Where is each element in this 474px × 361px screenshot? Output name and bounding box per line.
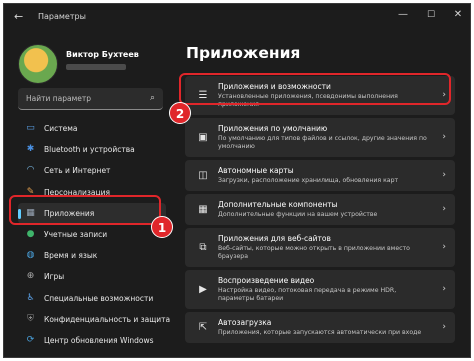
search-placeholder: Найти параметр	[26, 94, 91, 103]
sidebar-item-0[interactable]: ▭ Система	[18, 118, 166, 139]
sidebar: Виктор Бухтеев Найти параметр ⌕ ▭ Система…	[4, 30, 172, 357]
bluetooth-icon: ✱	[26, 144, 35, 155]
map-icon: ◫	[198, 169, 208, 181]
monitor-icon: ▭	[26, 123, 35, 133]
card-title: Приложения для веб-сайтов	[218, 234, 331, 243]
maximize-icon[interactable]: ☐	[424, 10, 438, 20]
title-bar: ← Параметры — ☐ ✕	[4, 4, 470, 30]
card-subtitle: По умолчанию для типов файлов и ссылок, …	[218, 135, 427, 150]
card-subtitle: Настройка видео, потоковая передача в ре…	[218, 287, 397, 302]
sidebar-item-1[interactable]: ✱ Bluetooth и устройства	[18, 139, 166, 160]
gamepad-icon: ⊕	[26, 271, 35, 282]
sidebar-nav: ▭ Система ✱ Bluetooth и устройства ◠ Сеть и И…	[18, 118, 170, 351]
user-email-redacted	[66, 64, 126, 70]
sidebar-item-10[interactable]: ⟳ Центр обновления Windows	[18, 330, 166, 351]
card-subtitle: Приложения, которые запускаются автомати…	[218, 329, 422, 336]
globe-icon: ◍	[26, 250, 35, 261]
settings-card-6[interactable]: ⇱ Автозагрузка Приложения, которые запуска…	[185, 312, 455, 343]
sidebar-item-label: Учетные записи	[44, 229, 108, 239]
settings-card-1[interactable]: ▣ Приложения по умолчанию По умолчанию для…	[185, 118, 455, 157]
highlight-apps-sidebar	[9, 195, 161, 225]
web-apps-icon: ⧉	[199, 241, 207, 253]
update-icon: ⟳	[26, 334, 35, 345]
settings-card-5[interactable]: ▶ Воспроизведение видео Настройка видео, п…	[185, 270, 455, 309]
sidebar-item-label: Время и язык	[44, 251, 98, 261]
card-title: Автозагрузка	[218, 318, 272, 327]
chevron-right-icon: ›	[442, 321, 446, 332]
minimize-icon[interactable]: —	[396, 9, 410, 20]
sidebar-item-label: Bluetooth и устройства	[44, 145, 135, 155]
user-name: Виктор Бухтеев	[66, 50, 139, 59]
avatar	[18, 44, 58, 84]
card-subtitle: Загрузки, расположение хранилища, обновл…	[218, 177, 399, 184]
sidebar-item-label: Система	[44, 124, 78, 133]
step-marker-2: 2	[169, 102, 191, 124]
default-apps-icon: ▣	[198, 131, 208, 143]
sidebar-item-label: Центр обновления Windows	[44, 335, 154, 345]
chevron-right-icon: ›	[442, 169, 446, 180]
sidebar-item-6[interactable]: ◍ Время и язык	[18, 245, 166, 266]
search-input[interactable]: Найти параметр ⌕	[18, 88, 163, 110]
chevron-right-icon: ›	[442, 131, 446, 142]
sidebar-item-label: Сеть и Интернет	[44, 166, 111, 176]
settings-card-2[interactable]: ◫ Автономные карты Загрузки, расположение …	[185, 160, 455, 191]
page-title: Приложения	[186, 44, 301, 62]
card-title: Воспроизведение видео	[218, 276, 315, 285]
shield-icon: ⛨	[27, 313, 34, 324]
settings-list: ☰ Приложения и возможности Установленные п…	[185, 76, 455, 346]
chevron-right-icon: ›	[442, 283, 446, 294]
highlight-apps-features-card	[179, 73, 451, 105]
card-subtitle: Веб-сайты, которые можно открыть в прило…	[218, 245, 410, 260]
settings-card-4[interactable]: ⧉ Приложения для веб-сайтов Веб-сайты, кот…	[185, 228, 455, 267]
sidebar-item-5[interactable]: ● Учетные записи	[18, 224, 166, 245]
account-icon: ●	[26, 228, 35, 239]
settings-card-3[interactable]: ▦ Дополнительные компоненты Дополнительные…	[185, 194, 455, 225]
sidebar-item-8[interactable]: ♿ Специальные возможности	[18, 288, 166, 309]
startup-icon: ⇱	[198, 321, 208, 333]
sidebar-item-label: Игры	[44, 272, 65, 282]
video-icon: ▶	[199, 283, 207, 295]
wifi-icon: ◠	[26, 165, 35, 176]
card-subtitle: Дополнительные функции на вашем устройст…	[218, 211, 378, 218]
sidebar-item-label: Конфиденциальность и защита	[44, 314, 171, 324]
sidebar-item-2[interactable]: ◠ Сеть и Интернет	[18, 160, 166, 181]
chevron-right-icon: ›	[442, 241, 446, 252]
accessibility-icon: ♿	[26, 292, 35, 303]
card-title: Приложения по умолчанию	[218, 124, 328, 133]
settings-window: ← Параметры — ☐ ✕ Виктор Бухтеев Найти п…	[3, 3, 471, 358]
close-icon[interactable]: ✕	[451, 9, 465, 20]
card-title: Дополнительные компоненты	[218, 200, 338, 209]
sidebar-item-9[interactable]: ⛨ Конфиденциальность и защита	[18, 309, 170, 330]
step-marker-1: 1	[151, 216, 173, 238]
back-arrow-icon[interactable]: ←	[14, 10, 23, 23]
window-title: Параметры	[38, 12, 86, 21]
chevron-right-icon: ›	[442, 203, 446, 214]
sidebar-item-label: Специальные возможности	[44, 293, 154, 303]
card-title: Автономные карты	[218, 166, 294, 175]
components-icon: ▦	[198, 203, 208, 215]
search-icon: ⌕	[149, 93, 155, 103]
sidebar-item-7[interactable]: ⊕ Игры	[18, 266, 166, 287]
